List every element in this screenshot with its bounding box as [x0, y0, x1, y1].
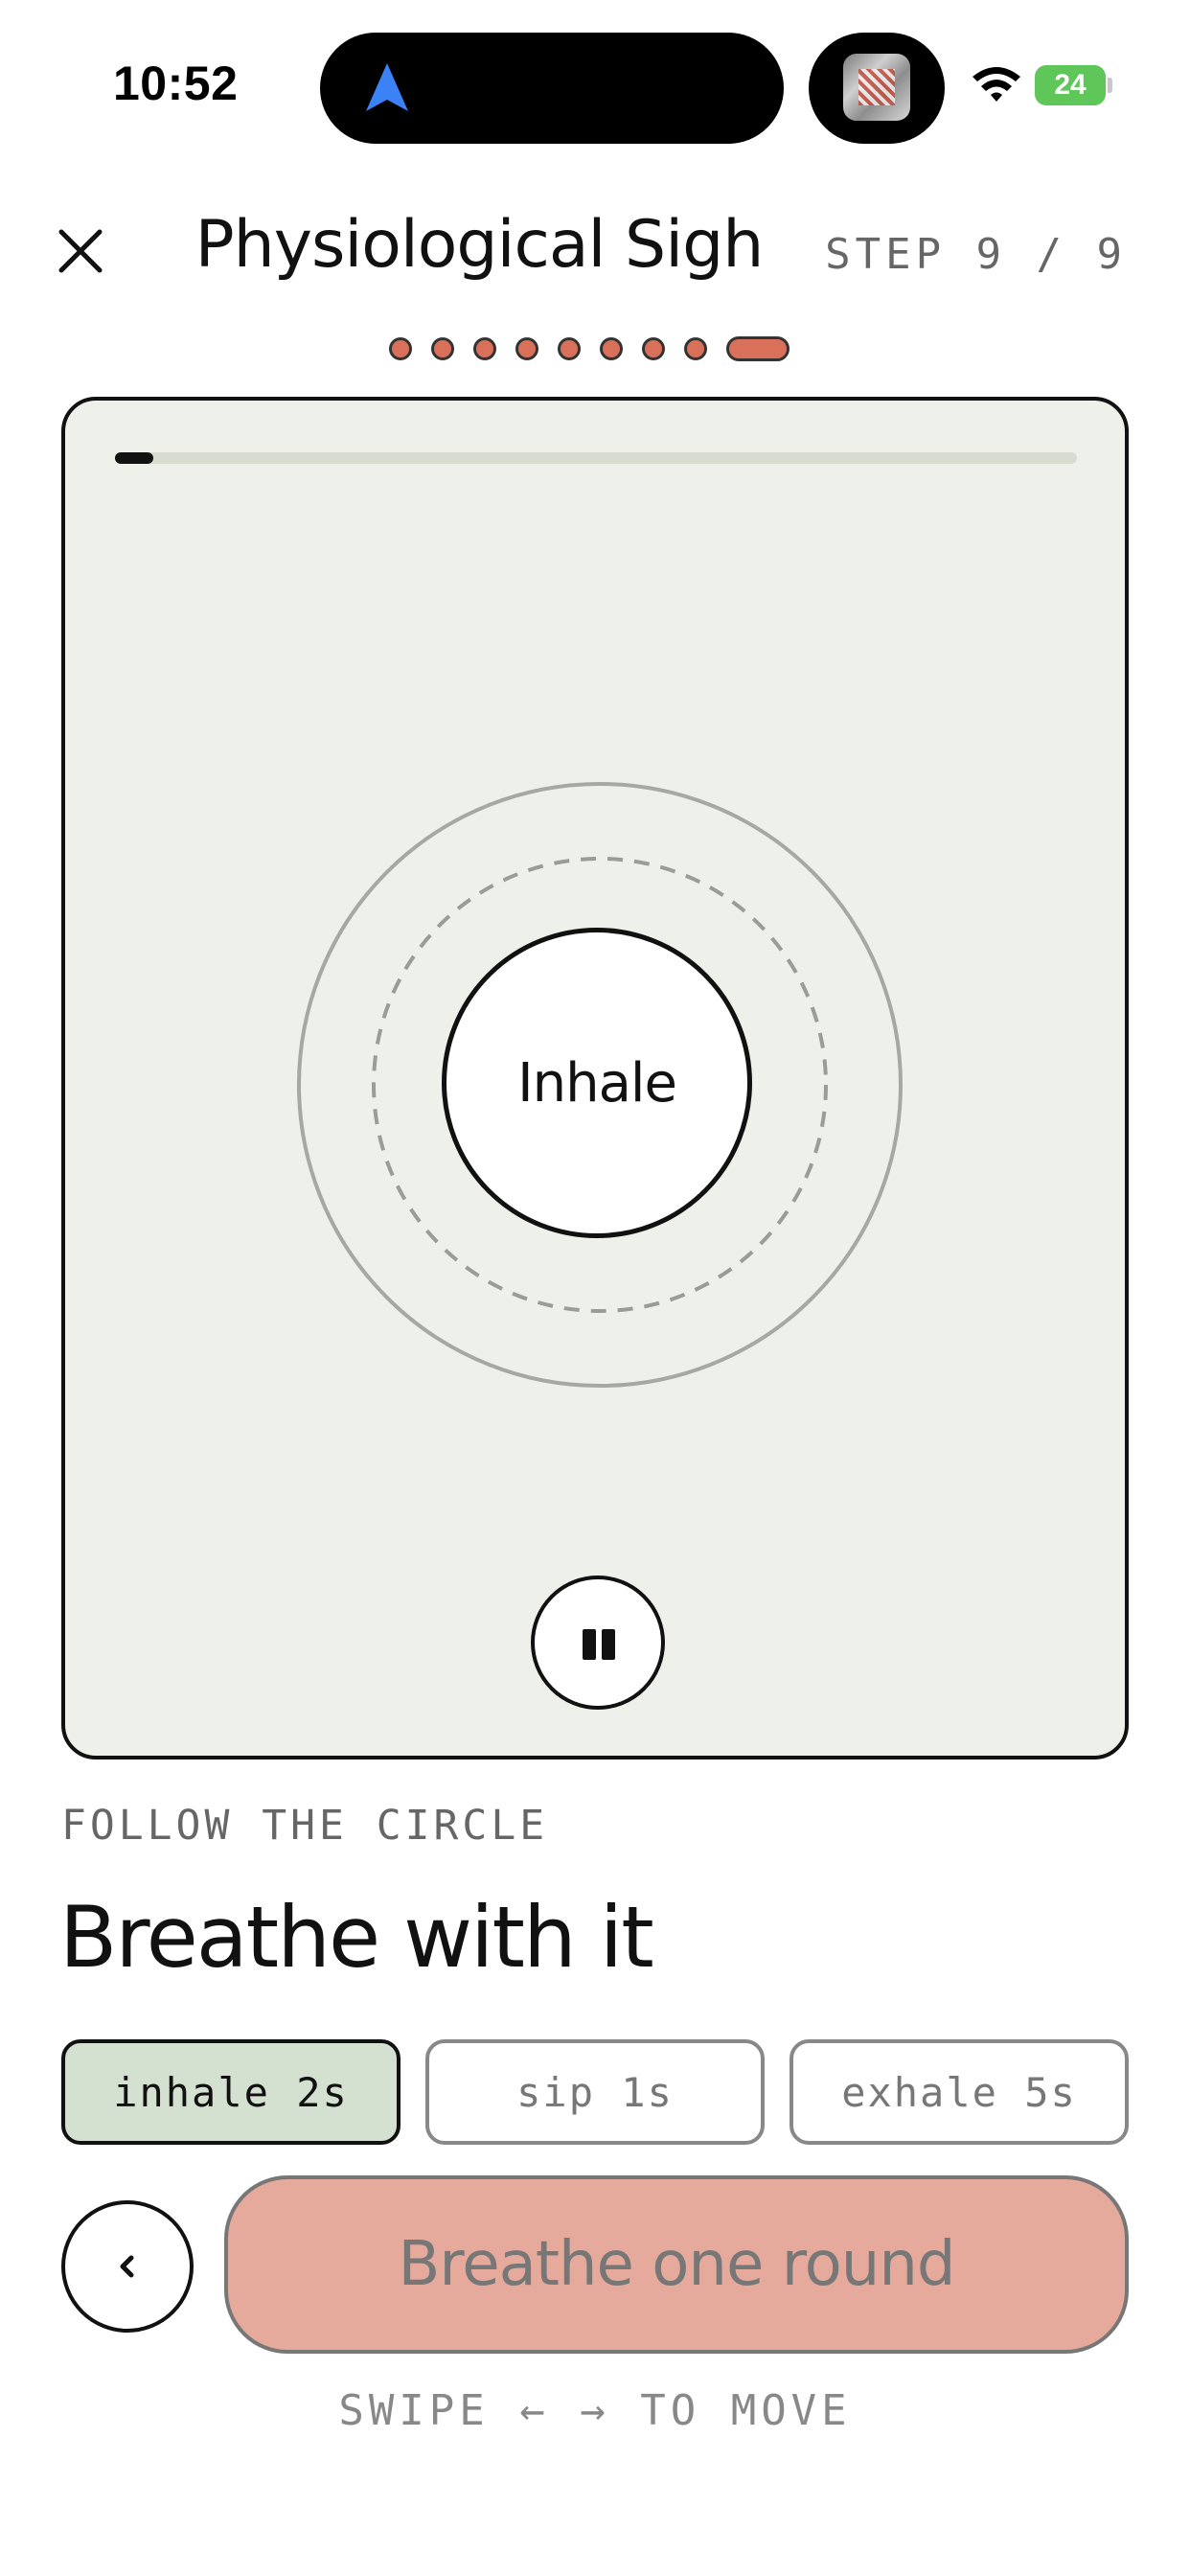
- page-title: Physiological Sigh: [195, 207, 765, 283]
- step-dot: [389, 337, 412, 360]
- section-eyebrow: FOLLOW THE CIRCLE: [61, 1802, 549, 1850]
- close-icon[interactable]: [54, 224, 107, 278]
- breathe-one-round-button[interactable]: Breathe one round: [224, 2175, 1129, 2354]
- swipe-hint: SWIPE ← → TO MOVE: [338, 2386, 852, 2435]
- album-art-thumbnail: [843, 54, 910, 121]
- wifi-icon: [973, 67, 1020, 102]
- chevron-left-icon: [120, 2255, 134, 2278]
- dynamic-island: [320, 33, 784, 144]
- back-button[interactable]: [61, 2200, 194, 2333]
- status-time: 10:52: [113, 57, 239, 110]
- step-dot: [473, 337, 496, 360]
- step-dot: [431, 337, 454, 360]
- step-dot: [684, 337, 707, 360]
- battery-charging-icon: 24: [1035, 65, 1112, 105]
- step-progress-dots: [389, 335, 790, 362]
- navigation-arrow-icon: [366, 63, 408, 111]
- section-heading: Breathe with it: [59, 1888, 654, 1987]
- step-dot: [642, 337, 665, 360]
- step-dot: [558, 337, 581, 360]
- exercise-progress-track: [115, 452, 1077, 464]
- phase-chip-exhale[interactable]: exhale 5s: [790, 2039, 1129, 2145]
- battery-level: 24: [1054, 69, 1087, 101]
- breathing-card: Inhale: [61, 397, 1129, 1760]
- exercise-progress-fill: [115, 452, 154, 464]
- breath-circle: Inhale: [442, 928, 752, 1238]
- pause-button[interactable]: [531, 1576, 665, 1710]
- phase-chip-inhale[interactable]: inhale 2s: [61, 2039, 400, 2145]
- phase-label: Inhale: [517, 1051, 677, 1115]
- now-playing-pill[interactable]: [809, 33, 945, 144]
- step-dot-current: [726, 336, 790, 361]
- pause-icon: [583, 1629, 596, 1660]
- step-dot: [600, 337, 623, 360]
- phase-chips: inhale 2s sip 1s exhale 5s: [61, 2039, 1129, 2145]
- step-counter: STEP 9 / 9: [825, 230, 1127, 279]
- phase-chip-sip[interactable]: sip 1s: [425, 2039, 765, 2145]
- step-dot: [515, 337, 538, 360]
